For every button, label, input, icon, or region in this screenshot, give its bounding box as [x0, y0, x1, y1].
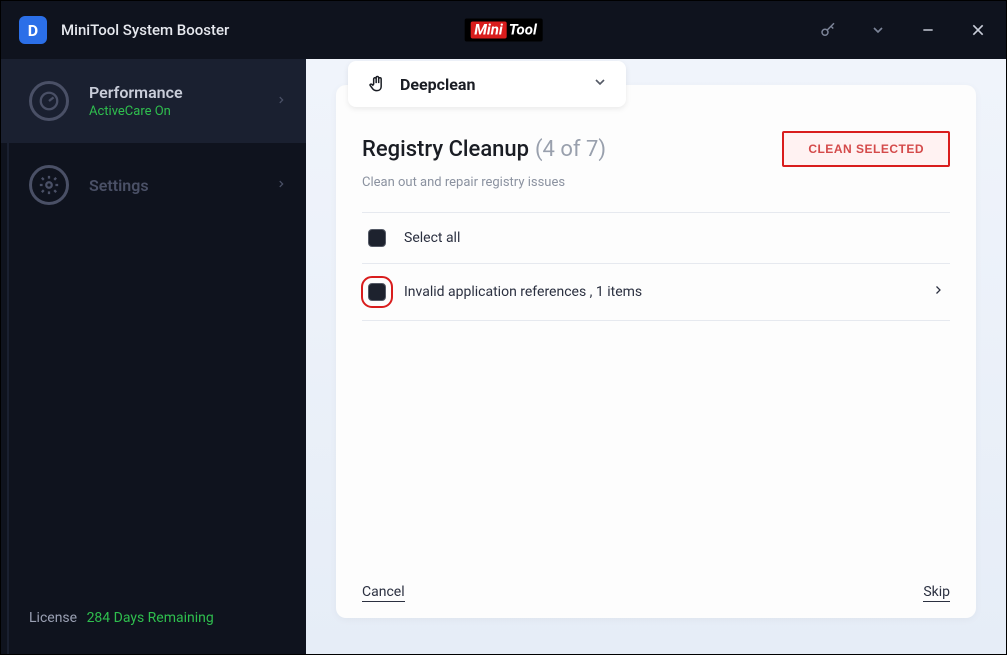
clean-selected-button[interactable]: CLEAN SELECTED	[782, 131, 950, 167]
app-title: MiniTool System Booster	[61, 21, 229, 39]
divider	[362, 320, 950, 321]
gauge-icon	[29, 81, 69, 121]
issue-row[interactable]: Invalid application references , 1 items	[362, 264, 950, 320]
footer-row: Cancel Skip	[362, 572, 950, 608]
skip-button[interactable]: Skip	[923, 584, 950, 602]
main-area: Deepclean Registry Cleanup (4 of 7) CLEA…	[306, 59, 1006, 654]
chevron-down-icon	[592, 74, 608, 94]
app-icon: D	[19, 16, 47, 44]
titlebar: D MiniTool System Booster Mini Tool	[1, 1, 1006, 59]
mode-label: Deepclean	[400, 75, 592, 94]
gear-icon	[29, 165, 69, 205]
select-all-label: Select all	[404, 230, 460, 246]
close-button[interactable]	[968, 20, 988, 40]
nav-texts: Performance ActiveCare On	[89, 83, 276, 119]
nav-label: Performance	[89, 83, 276, 102]
brand-logo: Mini Tool	[464, 19, 543, 42]
cancel-button[interactable]: Cancel	[362, 584, 405, 602]
chevron-down-icon[interactable]	[868, 20, 888, 40]
content-card: Deepclean Registry Cleanup (4 of 7) CLEA…	[336, 85, 976, 618]
select-all-checkbox[interactable]	[368, 229, 386, 247]
chevron-right-icon	[276, 175, 286, 196]
nav-label: Settings	[89, 176, 276, 195]
subtitle: Clean out and repair registry issues	[362, 175, 950, 190]
brand-mini: Mini	[470, 22, 507, 39]
key-icon[interactable]	[818, 20, 838, 40]
brand-tool: Tool	[509, 23, 537, 38]
chevron-right-icon[interactable]	[932, 280, 944, 304]
mode-dropdown[interactable]: Deepclean	[348, 61, 626, 107]
sidebar-item-settings[interactable]: Settings	[1, 143, 306, 227]
select-all-row: Select all	[362, 213, 950, 263]
page-title: Registry Cleanup	[362, 137, 529, 162]
license-label: License	[29, 610, 77, 626]
sidebar: Performance ActiveCare On Settings	[1, 59, 306, 654]
app-window: D MiniTool System Booster Mini Tool	[0, 0, 1007, 655]
license-value: 284 Days Remaining	[87, 610, 214, 626]
sidebar-item-performance[interactable]: Performance ActiveCare On	[1, 59, 306, 143]
minimize-button[interactable]	[918, 20, 938, 40]
nav-sub: ActiveCare On	[89, 104, 276, 119]
window-controls	[818, 20, 988, 40]
issue-label: Invalid application references , 1 items	[404, 284, 932, 300]
license-info: License 284 Days Remaining	[1, 594, 306, 654]
nav-texts: Settings	[89, 176, 276, 195]
chevron-right-icon	[276, 91, 286, 112]
header-row: Registry Cleanup (4 of 7) CLEAN SELECTED	[362, 131, 950, 167]
step-indicator: (4 of 7)	[535, 137, 606, 162]
hand-icon	[366, 73, 388, 95]
issue-checkbox[interactable]	[368, 283, 386, 301]
